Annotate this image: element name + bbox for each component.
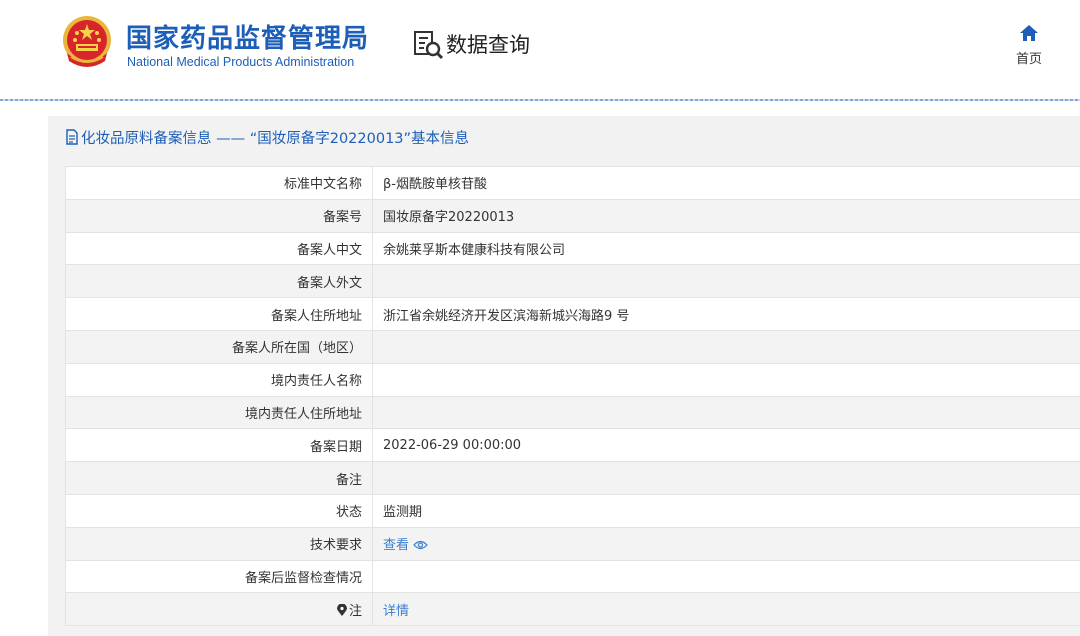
row-label: 备案日期 xyxy=(65,428,373,463)
table-row: 境内责任人名称 xyxy=(65,362,1080,397)
row-label: 备案号 xyxy=(65,198,373,233)
row-label: 状态 xyxy=(65,493,373,528)
row-label: 备案人所在国（地区） xyxy=(65,329,373,364)
row-value xyxy=(372,362,1080,397)
row-value xyxy=(372,329,1080,364)
location-pin-icon xyxy=(336,603,347,616)
data-query-nav[interactable]: 数据查询 xyxy=(412,28,530,60)
table-row: 备注 xyxy=(65,461,1080,495)
row-value xyxy=(372,264,1080,299)
row-value xyxy=(372,461,1080,495)
row-value: 2022-06-29 00:00:00 xyxy=(372,428,1080,463)
site-title-en: National Medical Products Administration xyxy=(127,55,355,69)
row-value: 详情 xyxy=(372,592,1080,627)
view-link[interactable]: 查看 xyxy=(383,538,428,553)
home-label: 首页 xyxy=(1015,52,1042,67)
row-label: 境内责任人住所地址 xyxy=(65,395,373,430)
details-link[interactable]: 详情 xyxy=(383,604,409,619)
document-search-icon xyxy=(414,31,444,60)
view-link-text: 查看 xyxy=(383,538,410,554)
table-row: 状态 监测期 xyxy=(65,493,1080,528)
table-row: 备案号 国妆原备字20220013 xyxy=(65,198,1080,233)
row-value: β-烟酰胺单核苷酸 xyxy=(372,166,1080,200)
table-row: 备案人所在国（地区） xyxy=(65,329,1080,364)
row-value: 国妆原备字20220013 xyxy=(372,198,1080,233)
row-label: 备注 xyxy=(65,461,373,495)
row-label: 备案后监督检查情况 xyxy=(65,559,373,594)
row-value xyxy=(372,559,1080,594)
row-label: 标准中文名称 xyxy=(65,166,373,200)
row-label: 注 xyxy=(65,592,373,627)
table-row: 备案人住所地址 浙江省余姚经济开发区滨海新城兴海路9 号 xyxy=(65,297,1080,331)
row-label: 境内责任人名称 xyxy=(65,362,373,397)
document-icon xyxy=(66,129,78,145)
table-row: 境内责任人住所地址 xyxy=(65,395,1080,430)
site-title-cn: 国家药品监督管理局 xyxy=(126,24,370,54)
row-value: 浙江省余姚经济开发区滨海新城兴海路9 号 xyxy=(372,297,1080,331)
row-value: 余姚莱孚斯本健康科技有限公司 xyxy=(372,231,1080,266)
row-value: 查看 xyxy=(372,526,1080,561)
panel-title: 化妆品原料备案信息 —— “国妆原备字20220013”基本信息 xyxy=(65,126,469,148)
data-query-title: 数据查询 xyxy=(446,33,530,57)
table-row: 备案人中文 余姚莱孚斯本健康科技有限公司 xyxy=(65,231,1080,266)
row-value: 监测期 xyxy=(372,493,1080,528)
site-header: 国家药品监督管理局 National Medical Products Admi… xyxy=(0,0,1080,100)
row-label: 备案人中文 xyxy=(65,231,373,266)
table-row: 备案日期 2022-06-29 00:00:00 xyxy=(65,428,1080,463)
row-value xyxy=(372,395,1080,430)
home-icon xyxy=(1020,25,1038,41)
table-row: 标准中文名称 β-烟酰胺单核苷酸 xyxy=(65,166,1080,200)
row-label: 备案人住所地址 xyxy=(65,297,373,331)
table-row: 备案人外文 xyxy=(65,264,1080,299)
record-info-table: 标准中文名称 β-烟酰胺单核苷酸 备案号 国妆原备字20220013 备案人中文… xyxy=(65,166,1080,627)
header-divider xyxy=(0,99,1080,101)
national-emblem-icon xyxy=(63,16,111,67)
eye-icon xyxy=(413,541,428,550)
home-link[interactable]: 首页 xyxy=(1008,24,1050,67)
row-label: 备案人外文 xyxy=(65,264,373,299)
note-label-text: 注 xyxy=(348,603,362,619)
table-row: 注 详情 xyxy=(65,592,1080,627)
panel-title-text: 化妆品原料备案信息 —— “国妆原备字20220013”基本信息 xyxy=(81,130,470,147)
row-label: 技术要求 xyxy=(65,526,373,561)
table-row: 备案后监督检查情况 xyxy=(65,559,1080,594)
table-row: 技术要求 查看 xyxy=(65,526,1080,561)
